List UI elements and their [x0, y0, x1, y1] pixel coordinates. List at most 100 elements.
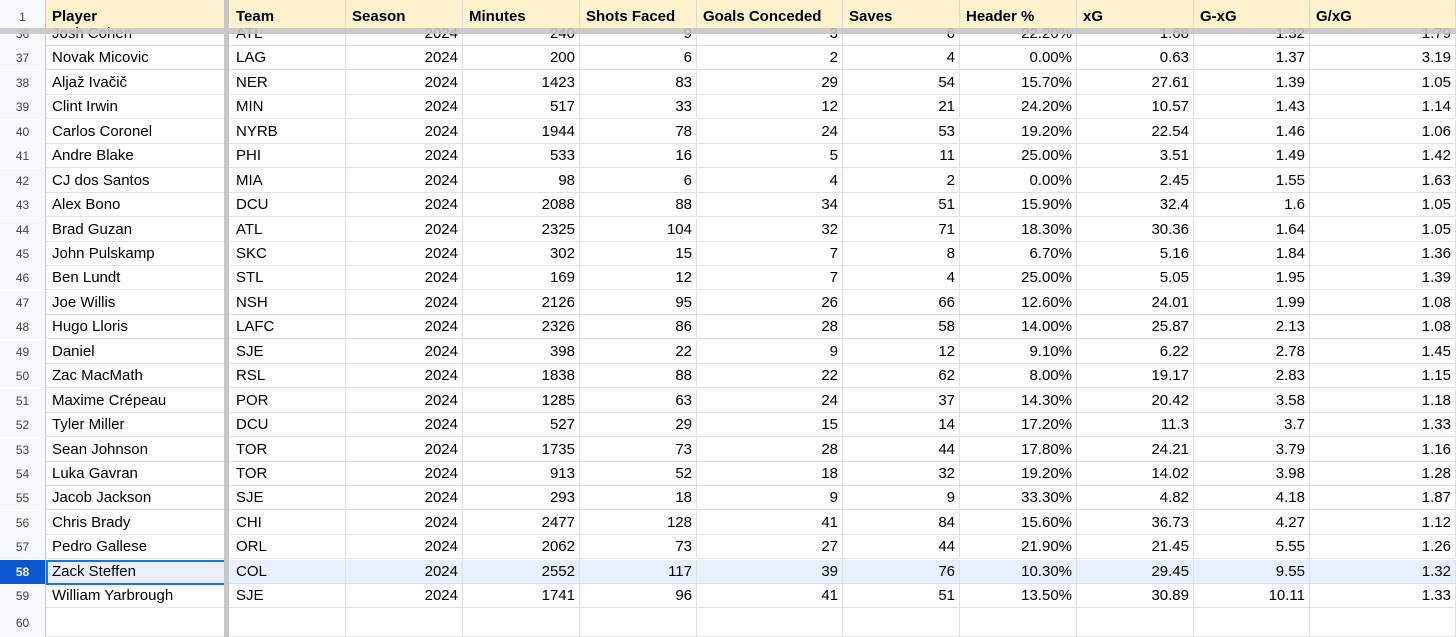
row-number[interactable]: 46	[0, 266, 46, 290]
cell-team[interactable]: RSL	[230, 364, 346, 387]
row-number[interactable]: 47	[0, 291, 46, 315]
row-number[interactable]: 58	[0, 560, 46, 584]
cell-saves[interactable]: 37	[843, 389, 960, 412]
cell-team[interactable]: NYRB	[230, 120, 346, 143]
cell-player[interactable]: Luka Gavran	[46, 462, 226, 485]
cell-season[interactable]: 2024	[346, 120, 463, 143]
cell-player[interactable]: Zac MacMath	[46, 364, 226, 387]
cell-g-over-xg[interactable]: 1.36	[1310, 242, 1456, 265]
cell-team[interactable]: TOR	[230, 462, 346, 485]
row-number[interactable]: 54	[0, 462, 46, 486]
cell-season[interactable]: 2024	[346, 340, 463, 363]
cell-player[interactable]: John Pulskamp	[46, 242, 226, 265]
cell-minutes[interactable]: 2552	[463, 560, 580, 583]
cell-g-minus-xg[interactable]: 1.64	[1194, 218, 1310, 241]
cell-goals-conceded[interactable]: 7	[697, 266, 843, 289]
cell-header-pct[interactable]: 19.20%	[960, 462, 1077, 485]
cell-season[interactable]: 2024	[346, 46, 463, 69]
cell-shots-faced[interactable]: 29	[580, 413, 697, 436]
cell-header-pct[interactable]: 24.20%	[960, 95, 1077, 118]
cell-goals-conceded[interactable]	[697, 608, 843, 636]
cell-player[interactable]: Sean Johnson	[46, 438, 226, 461]
cell-xg[interactable]: 5.16	[1077, 242, 1194, 265]
cell-team[interactable]: NSH	[230, 291, 346, 314]
row-number[interactable]: 39	[0, 95, 46, 119]
cell-minutes[interactable]: 1944	[463, 120, 580, 143]
cell-g-over-xg[interactable]: 1.26	[1310, 535, 1456, 558]
cell-minutes[interactable]: 302	[463, 242, 580, 265]
cell-team[interactable]: LAG	[230, 46, 346, 69]
cell-saves[interactable]: 4	[843, 46, 960, 69]
cell-goals-conceded[interactable]: 41	[697, 584, 843, 607]
cell-season[interactable]: 2024	[346, 560, 463, 583]
cell-g-over-xg[interactable]: 1.39	[1310, 266, 1456, 289]
cell-player[interactable]: Clint Irwin	[46, 95, 226, 118]
cell-goals-conceded[interactable]: 26	[697, 291, 843, 314]
cell-shots-faced[interactable]: 6	[580, 169, 697, 192]
cell-season[interactable]: 2024	[346, 169, 463, 192]
cell-team[interactable]: DCU	[230, 413, 346, 436]
cell-player[interactable]: Aljaž Ivačič	[46, 71, 226, 94]
cell-g-minus-xg[interactable]: 1.6	[1194, 193, 1310, 216]
row-number[interactable]: 51	[0, 389, 46, 413]
cell-g-minus-xg[interactable]: 10.11	[1194, 584, 1310, 607]
cell-g-over-xg[interactable]: 1.33	[1310, 584, 1456, 607]
cell-header-pct[interactable]: 12.60%	[960, 291, 1077, 314]
row-number[interactable]: 43	[0, 193, 46, 217]
cell-saves[interactable]: 14	[843, 413, 960, 436]
cell-saves[interactable]: 84	[843, 511, 960, 534]
cell-shots-faced[interactable]: 16	[580, 144, 697, 167]
cell-g-minus-xg[interactable]: 1.39	[1194, 71, 1310, 94]
cell-minutes[interactable]: 1838	[463, 364, 580, 387]
row-number[interactable]: 59	[0, 584, 46, 608]
cell-goals-conceded[interactable]: 7	[697, 242, 843, 265]
cell-season[interactable]: 2024	[346, 535, 463, 558]
cell-saves[interactable]: 44	[843, 535, 960, 558]
cell-header-pct[interactable]	[960, 608, 1077, 636]
row-number[interactable]: 40	[0, 120, 46, 144]
cell-header-pct[interactable]: 0.00%	[960, 169, 1077, 192]
cell-season[interactable]: 2024	[346, 144, 463, 167]
cell-saves[interactable]: 4	[843, 266, 960, 289]
cell-shots-faced[interactable]: 63	[580, 389, 697, 412]
cell-saves[interactable]: 54	[843, 71, 960, 94]
cell-team[interactable]: MIA	[230, 169, 346, 192]
cell-g-over-xg[interactable]: 1.15	[1310, 364, 1456, 387]
cell-minutes[interactable]: 2126	[463, 291, 580, 314]
cell-season[interactable]: 2024	[346, 486, 463, 509]
cell-xg[interactable]: 10.57	[1077, 95, 1194, 118]
cell-g-minus-xg[interactable]: 1.95	[1194, 266, 1310, 289]
cell-minutes[interactable]: 1741	[463, 584, 580, 607]
cell-goals-conceded[interactable]: 34	[697, 193, 843, 216]
cell-shots-faced[interactable]: 117	[580, 560, 697, 583]
cell-team[interactable]: ORL	[230, 535, 346, 558]
cell-season[interactable]: 2024	[346, 364, 463, 387]
cell-saves[interactable]: 66	[843, 291, 960, 314]
cell-goals-conceded[interactable]: 9	[697, 486, 843, 509]
row-number[interactable]: 52	[0, 413, 46, 437]
row-number[interactable]: 37	[0, 46, 46, 70]
cell-team[interactable]: LAFC	[230, 315, 346, 338]
cell-g-minus-xg[interactable]: 1.49	[1194, 144, 1310, 167]
cell-header-pct[interactable]: 33.30%	[960, 486, 1077, 509]
cell-player[interactable]: Jacob Jackson	[46, 486, 226, 509]
cell-shots-faced[interactable]: 33	[580, 95, 697, 118]
cell-minutes[interactable]: 200	[463, 46, 580, 69]
cell-season[interactable]: 2024	[346, 71, 463, 94]
cell-xg[interactable]: 30.36	[1077, 218, 1194, 241]
cell-team[interactable]: SJE	[230, 340, 346, 363]
cell-goals-conceded[interactable]: 12	[697, 95, 843, 118]
cell-xg[interactable]: 25.87	[1077, 315, 1194, 338]
cell-season[interactable]: 2024	[346, 389, 463, 412]
cell-minutes[interactable]: 2088	[463, 193, 580, 216]
cell-team[interactable]: PHI	[230, 144, 346, 167]
cell-team[interactable]: SJE	[230, 486, 346, 509]
cell-player[interactable]: Ben Lundt	[46, 266, 226, 289]
cell-g-minus-xg[interactable]: 3.79	[1194, 438, 1310, 461]
cell-shots-faced[interactable]: 73	[580, 438, 697, 461]
cell-header-pct[interactable]: 10.30%	[960, 560, 1077, 583]
cell-g-over-xg[interactable]: 1.14	[1310, 95, 1456, 118]
cell-header-pct[interactable]: 15.60%	[960, 511, 1077, 534]
cell-goals-conceded[interactable]: 2	[697, 46, 843, 69]
cell-g-minus-xg[interactable]: 5.55	[1194, 535, 1310, 558]
